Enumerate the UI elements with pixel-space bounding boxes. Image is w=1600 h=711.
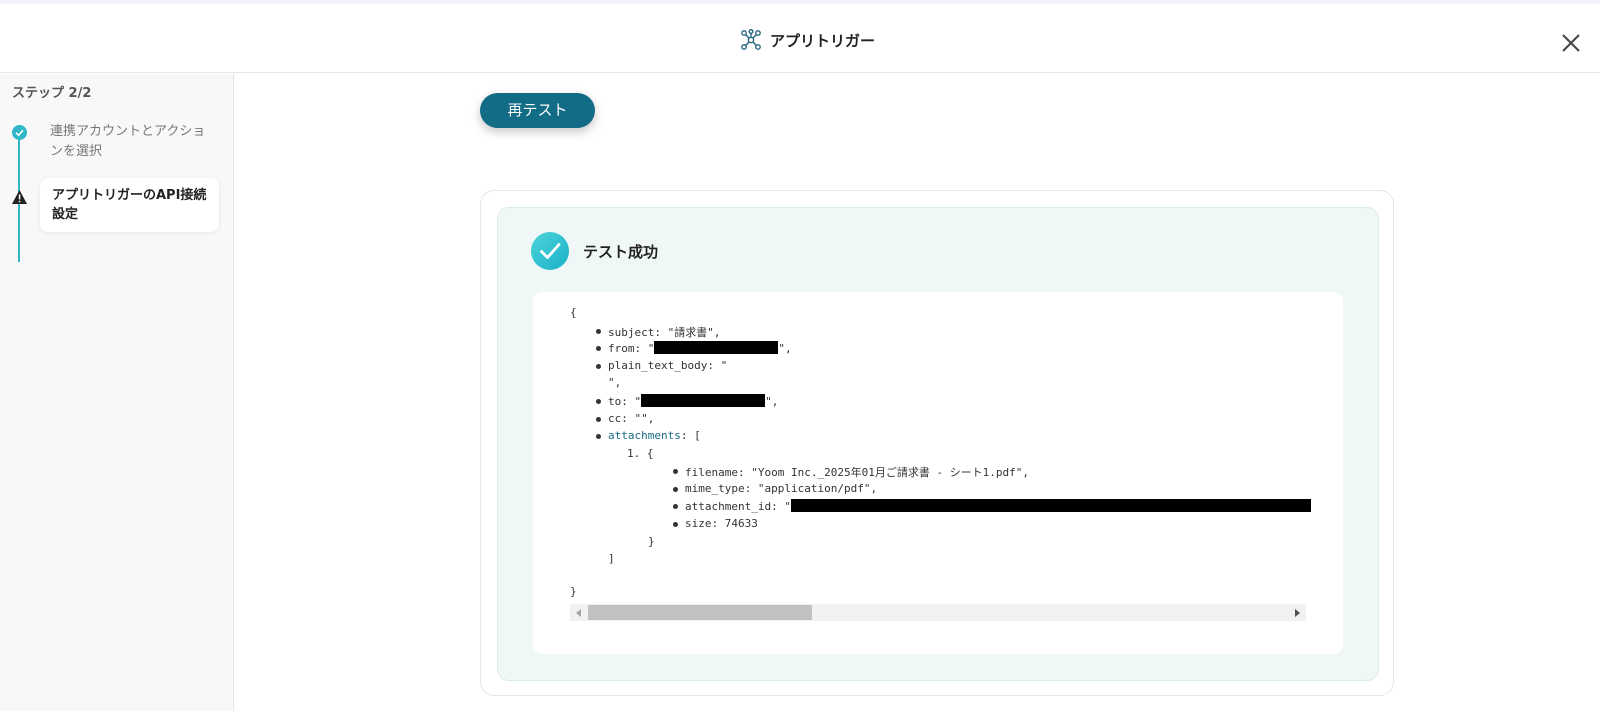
bullet	[596, 434, 601, 439]
warning-icon	[12, 190, 27, 204]
json-key-plain-text-body: plain_text_body	[608, 359, 708, 372]
test-success-box: テスト成功 { subject: "請求書", from: " ", plain_…	[497, 207, 1379, 681]
json-array-index-line: 1. {	[627, 447, 654, 460]
json-key-from: from	[608, 342, 635, 355]
bullet	[596, 364, 601, 369]
json-plain-text-body-value: "	[720, 359, 728, 372]
json-cc-value: "",	[634, 412, 655, 425]
scroll-right-arrow-icon[interactable]	[1295, 609, 1300, 617]
json-attachments-line: attachments: [	[608, 429, 701, 442]
header-title: アプリトリガー	[770, 31, 876, 50]
json-object-open: {	[646, 447, 654, 460]
redacted-block	[654, 341, 779, 354]
json-object-close: }	[648, 535, 655, 548]
success-check-icon	[531, 232, 569, 270]
json-key-cc: cc	[608, 412, 622, 425]
scrollbar-thumb[interactable]	[588, 605, 812, 620]
json-key-size: size	[685, 517, 712, 530]
bullet	[673, 504, 678, 509]
json-attachments-open: : [	[680, 429, 701, 442]
retest-button[interactable]: 再テスト	[480, 93, 595, 128]
json-key-mime-type: mime_type	[685, 482, 745, 495]
check-circle-icon	[12, 125, 27, 140]
redacted-block	[790, 499, 1311, 512]
json-from-line: from: " ",	[608, 341, 792, 355]
json-plain-text-body-end: ",	[608, 376, 622, 389]
json-attachment-id-line: attachment_id: "	[685, 499, 1311, 513]
json-key-to: to	[608, 395, 622, 408]
json-plain-text-body-line: plain_text_body: "	[608, 359, 728, 372]
integration-network-icon	[741, 29, 761, 50]
json-subject-line: subject: "請求書",	[608, 326, 721, 339]
step-1-item[interactable]: 連携アカウントとアクションを選択	[50, 122, 210, 162]
json-open-brace: {	[570, 306, 577, 319]
json-output-panel: { subject: "請求書", from: " ", plain_text_b…	[533, 292, 1343, 654]
close-button[interactable]	[1556, 28, 1586, 58]
json-size-line: size: 74633	[685, 517, 758, 530]
header-title-group: アプリトリガー	[740, 29, 875, 51]
json-subject-value: "請求書",	[667, 326, 721, 339]
json-to-line: to: " ",	[608, 394, 779, 408]
scroll-left-arrow-icon[interactable]	[576, 609, 581, 617]
step-sidebar: ステップ 2/2 連携アカウントとアクションを選択 アプリトリガーのAPI接続設…	[0, 74, 234, 711]
json-array-index: 1.	[627, 447, 641, 460]
horizontal-scrollbar[interactable]	[570, 604, 1306, 621]
json-cc-line: cc: "",	[608, 412, 655, 425]
bullet	[673, 487, 678, 492]
bullet	[596, 346, 601, 351]
step-2-item[interactable]: アプリトリガーのAPI接続設定	[40, 178, 219, 232]
modal-header: アプリトリガー	[0, 4, 1600, 73]
json-filename-line: filename: "Yoom Inc._2025年01月ご請求書 - シート1…	[685, 466, 1030, 479]
json-mime-type-line: mime_type: "application/pdf",	[685, 482, 878, 495]
json-size-value: 74633	[724, 517, 758, 530]
bullet	[596, 399, 601, 404]
bullet	[673, 469, 678, 474]
bullet	[673, 522, 678, 527]
success-title: テスト成功	[583, 243, 659, 261]
json-close-brace: }	[570, 585, 577, 598]
bullet	[596, 329, 601, 334]
bullet	[596, 417, 601, 422]
test-result-card: テスト成功 { subject: "請求書", from: " ", plain_…	[480, 190, 1394, 696]
close-icon[interactable]	[1556, 28, 1586, 58]
json-key-attachments[interactable]: attachments	[608, 429, 681, 442]
step-progress-label: ステップ 2/2	[12, 86, 92, 101]
json-key-attachment-id: attachment_id	[685, 500, 772, 513]
json-mime-type-value: "application/pdf",	[757, 482, 878, 495]
redacted-block	[641, 394, 766, 407]
json-key-subject: subject	[608, 326, 655, 339]
json-key-filename: filename	[685, 466, 738, 479]
json-array-close: ]	[608, 552, 615, 565]
json-filename-value: "Yoom Inc._2025年01月ご請求書 - シート1.pdf",	[751, 466, 1030, 479]
